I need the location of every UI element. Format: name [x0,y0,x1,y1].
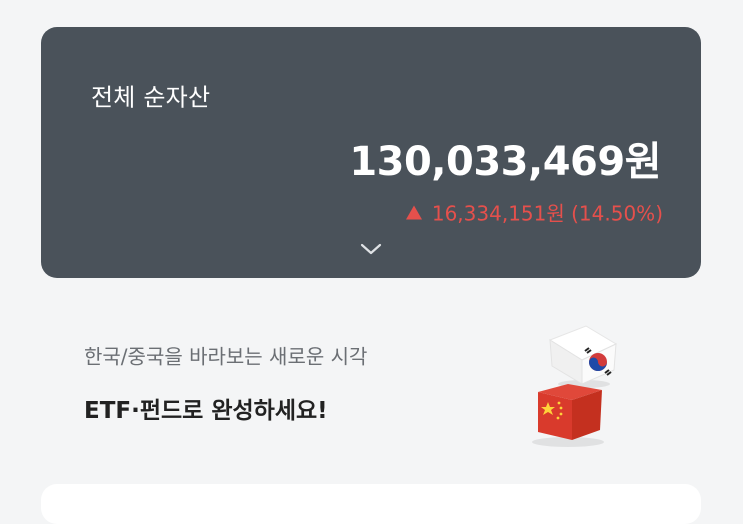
net-asset-title: 전체 순자산 [91,83,211,112]
net-asset-card: 전체 순자산 130,033,469원 16,334,151원 (14.50%) [41,27,701,278]
triangle-up-icon [405,205,422,219]
net-asset-total: 130,033,469원 [349,139,661,185]
expand-button[interactable] [359,239,383,259]
korea-flag-cube-icon [548,325,618,388]
promo-headline: ETF·펀드로 완성하세요! [84,398,328,424]
promo-subtitle: 한국/중국을 바라보는 새로운 시각 [84,344,368,369]
china-flag-cube-icon [532,384,604,447]
chevron-down-icon [360,243,382,255]
next-section-card [41,484,701,524]
etf-fund-promo-banner[interactable]: 한국/중국을 바라보는 새로운 시각 ETF·펀드로 완성하세요! [0,300,743,460]
net-asset-change-value: 16,334,151원 (14.50%) [431,201,663,226]
net-asset-change: 16,334,151원 (14.50%) [405,198,663,227]
